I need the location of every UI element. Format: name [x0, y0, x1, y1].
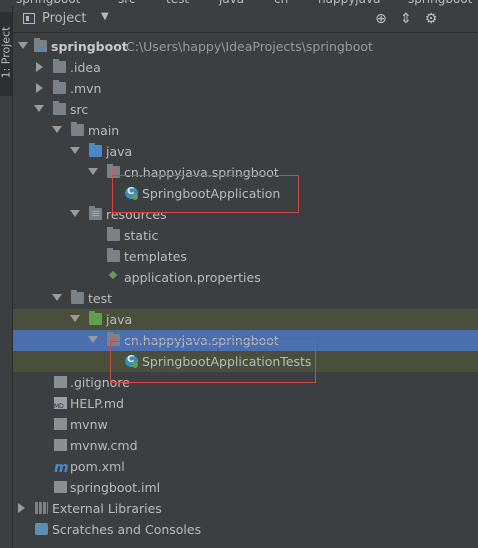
tree-item-label: java	[106, 312, 133, 327]
tree-item-help-md[interactable]: HELP.md	[13, 393, 478, 414]
tree-item-java-main[interactable]: java	[13, 141, 478, 162]
chevron-down-icon[interactable]	[52, 126, 62, 133]
tree-item-path: C:\Users\happy\IdeaProjects\springboot	[126, 39, 373, 54]
tree-item-src[interactable]: src	[13, 99, 478, 120]
tree-item-label: Scratches and Consoles	[52, 522, 202, 537]
tree-item-label: main	[88, 123, 120, 138]
chevron-down-icon[interactable]	[18, 42, 28, 49]
tree-item-label: templates	[124, 249, 187, 264]
file-icon	[54, 376, 67, 388]
tree-item-scratches[interactable]: Scratches and Consoles	[13, 519, 478, 540]
chevron-down-icon[interactable]	[52, 294, 62, 301]
chevron-down-icon[interactable]	[88, 168, 98, 175]
tree-item-springboot-iml[interactable]: springboot.iml	[13, 477, 478, 498]
tree-item-label: java	[106, 144, 133, 159]
tree-item-test[interactable]: test	[13, 288, 478, 309]
tree-item-label: HELP.md	[70, 396, 124, 411]
tree-item-static[interactable]: static	[13, 225, 478, 246]
tree-item-label: static	[124, 228, 159, 243]
chevron-down-icon[interactable]: ▼	[101, 11, 109, 22]
chevron-right-icon[interactable]	[36, 62, 43, 72]
module-folder-icon	[34, 38, 47, 52]
chevron-right-icon[interactable]	[36, 83, 43, 93]
chevron-down-icon[interactable]	[88, 336, 98, 343]
folder-icon	[71, 122, 84, 136]
tree-item-label: .mvn	[70, 81, 102, 96]
folder-icon	[107, 248, 120, 262]
chevron-down-icon[interactable]	[70, 210, 80, 217]
tree-item-label: .idea	[70, 60, 101, 75]
chevron-right-icon[interactable]	[18, 503, 25, 513]
chevron-down-icon[interactable]	[34, 105, 44, 112]
test-folder-icon	[89, 311, 102, 325]
annotation-box	[110, 341, 316, 383]
chevron-down-icon[interactable]	[70, 147, 80, 154]
tree-item-java-test[interactable]: java	[13, 309, 478, 330]
folder-icon	[107, 227, 120, 241]
folder-icon	[53, 80, 66, 94]
spring-leaf-icon	[108, 270, 118, 280]
file-icon	[54, 418, 67, 430]
tree-item-external-libraries[interactable]: External Libraries	[13, 498, 478, 519]
folder-icon	[71, 290, 84, 304]
maven-icon: m	[54, 460, 69, 476]
resources-folder-icon	[89, 206, 102, 220]
libraries-icon	[35, 502, 48, 514]
chevron-down-icon[interactable]	[70, 315, 80, 322]
tree-item-idea[interactable]: .idea	[13, 57, 478, 78]
folder-icon	[53, 101, 66, 115]
tree-item-pom-xml[interactable]: m pom.xml	[13, 456, 478, 477]
tree-item-templates[interactable]: templates	[13, 246, 478, 267]
collapse-icon[interactable]: ⇕	[397, 10, 415, 28]
tree-item-label: mvnw.cmd	[70, 438, 138, 453]
project-tree[interactable]: springboot C:\Users\happy\IdeaProjects\s…	[13, 33, 478, 548]
crosshair-icon[interactable]: ⊕	[372, 10, 390, 28]
scratches-icon	[35, 523, 48, 535]
gear-icon[interactable]: ⚙	[422, 10, 440, 28]
tree-item-springboot[interactable]: springboot C:\Users\happy\IdeaProjects\s…	[13, 36, 478, 57]
tree-item-main[interactable]: main	[13, 120, 478, 141]
tree-item-label: springboot	[51, 39, 128, 54]
project-panel-header: Project ▼ ⊕ ⇕ ⚙	[13, 6, 478, 33]
tree-item-mvn[interactable]: .mvn	[13, 78, 478, 99]
tree-item-label: springboot.iml	[70, 480, 161, 495]
file-icon	[54, 439, 67, 451]
markdown-file-icon	[54, 397, 67, 410]
tree-item-label: mvnw	[70, 417, 108, 432]
project-view-icon	[23, 13, 35, 24]
tree-item-label: src	[70, 102, 89, 117]
annotation-box	[112, 175, 299, 213]
project-tool-tab-label: 1: Project	[0, 26, 13, 79]
project-tool-tab[interactable]: 1: Project	[0, 12, 13, 96]
tree-item-label: External Libraries	[52, 501, 162, 516]
tree-item-mvnw[interactable]: mvnw	[13, 414, 478, 435]
tree-item-label: application.properties	[124, 270, 261, 285]
tree-item-label: test	[88, 291, 113, 306]
file-icon	[54, 481, 67, 493]
tree-item-application-properties[interactable]: application.properties	[13, 267, 478, 288]
project-view-title[interactable]: Project	[42, 11, 86, 26]
source-folder-icon	[89, 143, 102, 157]
tree-item-mvnw-cmd[interactable]: mvnw.cmd	[13, 435, 478, 456]
tree-item-label: pom.xml	[70, 459, 125, 474]
tool-window-strip: 1: Project	[0, 6, 13, 548]
folder-icon	[53, 59, 66, 73]
